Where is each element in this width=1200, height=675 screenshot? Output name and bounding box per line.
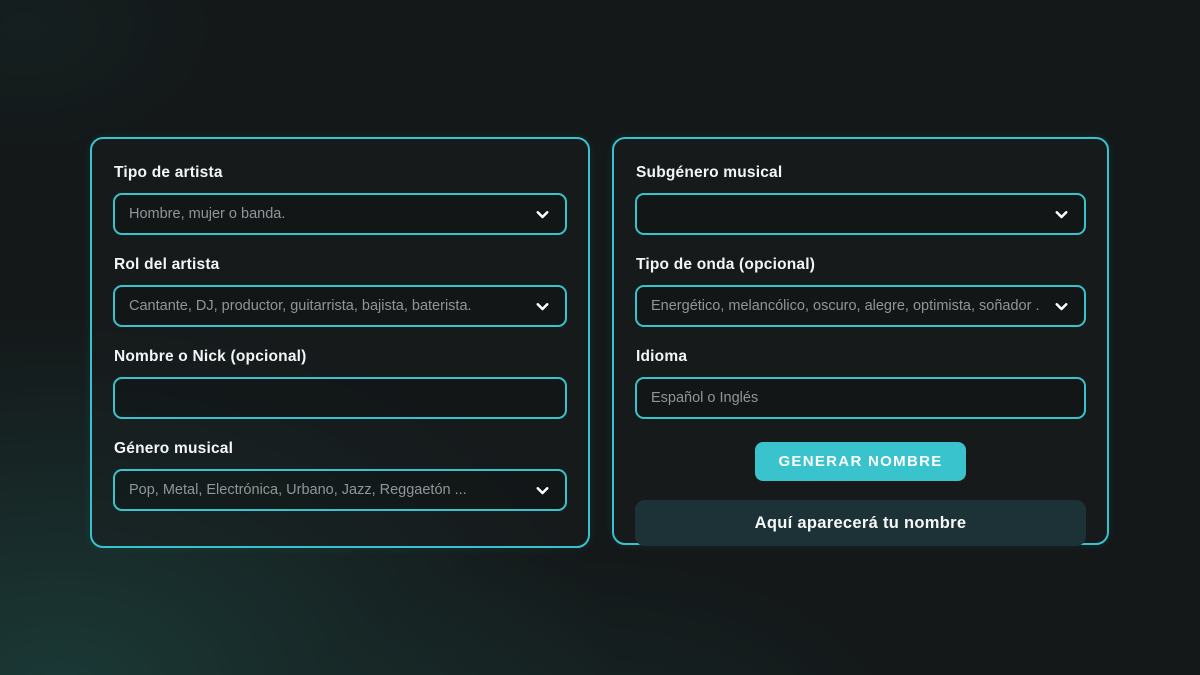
- field-label-tipo-de-onda-opcional: Tipo de onda (opcional): [636, 256, 1086, 274]
- field-label-genero-musical: Género musical: [114, 440, 567, 458]
- field-group: Idioma: [635, 348, 1086, 419]
- field-input[interactable]: [637, 379, 1084, 417]
- select-tipo-de-onda-opcional[interactable]: [635, 285, 1086, 327]
- left-fields-container: Tipo de artista Rol del artista Nombre o N…: [113, 164, 567, 511]
- select-rol-del-artista[interactable]: [113, 285, 567, 327]
- chevron-down-icon: [533, 297, 552, 316]
- field-input[interactable]: [115, 379, 565, 417]
- field-input[interactable]: [637, 287, 1052, 325]
- field-group: Género musical: [113, 440, 567, 511]
- artist-form-panel: Tipo de artista Rol del artista Nombre o N…: [90, 137, 590, 548]
- field-group: Nombre o Nick (opcional): [113, 348, 567, 419]
- chevron-down-icon: [1052, 297, 1071, 316]
- field-group: Rol del artista: [113, 256, 567, 327]
- input-idioma[interactable]: [635, 377, 1086, 419]
- result-name-box: Aquí aparecerá tu nombre: [635, 500, 1086, 546]
- field-label-nombre-o-nick-opcional: Nombre o Nick (opcional): [114, 348, 567, 366]
- generator-panel: Subgénero musical Tipo de onda (opcional)…: [612, 137, 1109, 545]
- field-input[interactable]: [115, 195, 533, 233]
- chevron-down-icon: [1052, 205, 1071, 224]
- field-label-tipo-de-artista: Tipo de artista: [114, 164, 567, 182]
- field-group: Tipo de onda (opcional): [635, 256, 1086, 327]
- field-input[interactable]: [115, 287, 533, 325]
- field-group: Subgénero musical: [635, 164, 1086, 235]
- select-genero-musical[interactable]: [113, 469, 567, 511]
- right-fields-container: Subgénero musical Tipo de onda (opcional)…: [635, 164, 1086, 419]
- field-group: Tipo de artista: [113, 164, 567, 235]
- field-label-subgenero-musical: Subgénero musical: [636, 164, 1086, 182]
- field-input[interactable]: [115, 471, 533, 509]
- input-nombre-o-nick-opcional[interactable]: [113, 377, 567, 419]
- field-label-idioma: Idioma: [636, 348, 1086, 366]
- select-tipo-de-artista[interactable]: [113, 193, 567, 235]
- chevron-down-icon: [533, 481, 552, 500]
- field-input[interactable]: [637, 195, 1052, 233]
- chevron-down-icon: [533, 205, 552, 224]
- generate-name-button[interactable]: GENERAR NOMBRE: [755, 442, 965, 481]
- select-subgenero-musical[interactable]: [635, 193, 1086, 235]
- field-label-rol-del-artista: Rol del artista: [114, 256, 567, 274]
